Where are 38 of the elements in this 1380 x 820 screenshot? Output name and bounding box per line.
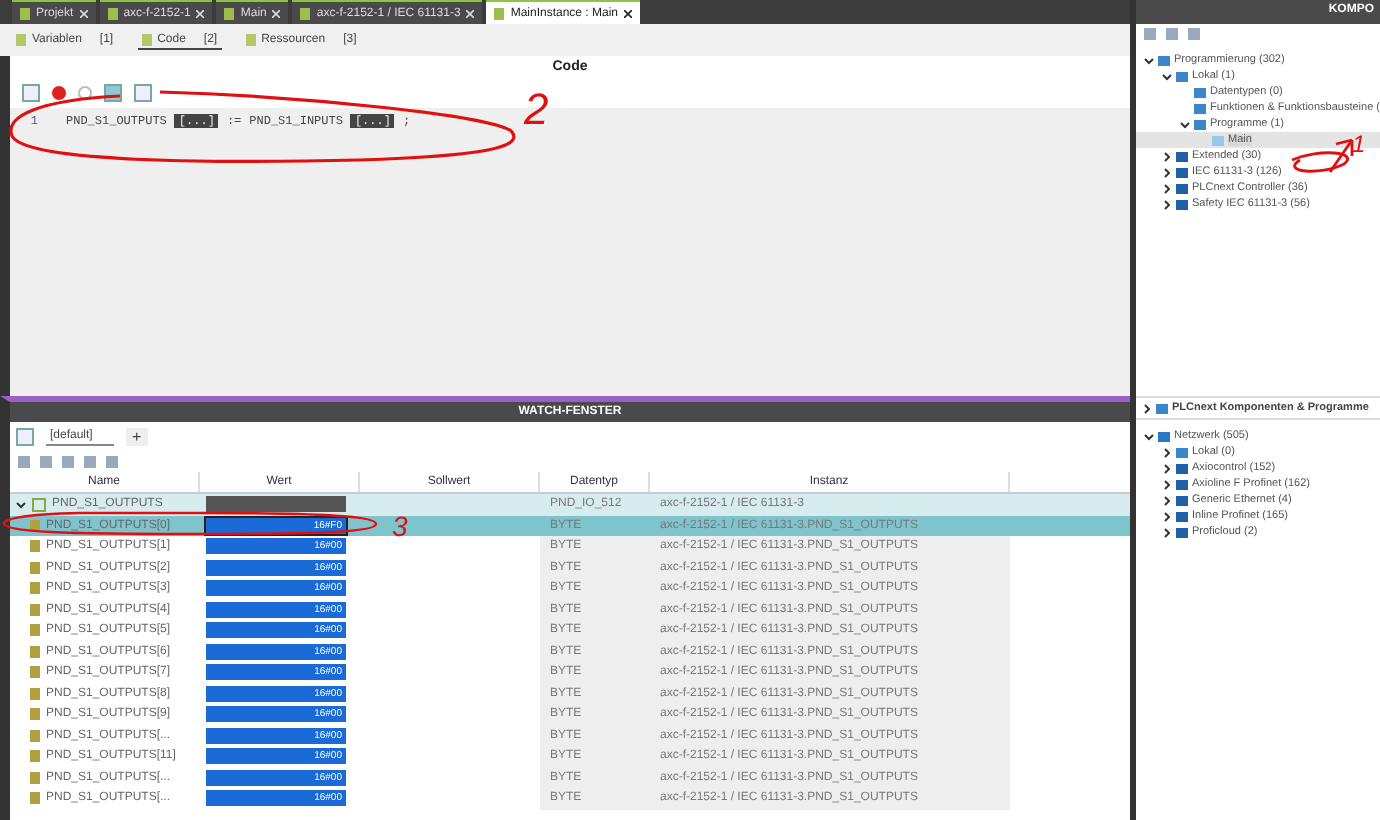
- annotation-number: 1: [1352, 132, 1366, 156]
- close-icon[interactable]: [624, 9, 633, 17]
- chevron-down-icon[interactable]: [16, 499, 26, 510]
- chevron-right-icon[interactable]: [1162, 527, 1172, 537]
- chevron-down-icon[interactable]: [1162, 71, 1172, 81]
- page-icon: [16, 33, 26, 45]
- chevron-right-icon[interactable]: [1162, 463, 1172, 473]
- chevron-right-icon[interactable]: [1162, 447, 1172, 457]
- annotation-number: 3: [392, 512, 408, 540]
- chevron-right-icon[interactable]: [1162, 167, 1172, 177]
- add-tab-button[interactable]: +: [126, 428, 148, 446]
- chevron-down-icon[interactable]: [1144, 55, 1154, 65]
- page-icon: [141, 33, 152, 45]
- document-icon: [107, 7, 118, 19]
- value-bar: [206, 496, 346, 513]
- folder-icon: [1156, 403, 1168, 413]
- document-icon: [300, 7, 311, 19]
- folder-icon: [1176, 447, 1188, 457]
- chevron-right-icon[interactable]: [1162, 183, 1172, 193]
- annotation-arrow: [1328, 138, 1354, 174]
- chevron-right-icon[interactable]: [1142, 403, 1152, 413]
- program-icon: [1212, 135, 1224, 145]
- struct-icon: [32, 497, 46, 512]
- circle-icon[interactable]: [78, 86, 92, 100]
- chevron-right-icon[interactable]: [1162, 479, 1172, 489]
- breakpoint-icon[interactable]: [52, 86, 66, 100]
- chevron-right-icon[interactable]: [1162, 199, 1172, 209]
- chevron-right-icon[interactable]: [1162, 511, 1172, 521]
- page-icon: [245, 33, 256, 45]
- document-icon: [224, 7, 235, 19]
- document-icon: [20, 7, 30, 19]
- document-icon: [494, 7, 505, 19]
- chevron-down-icon[interactable]: [1180, 119, 1190, 129]
- chevron-right-icon[interactable]: [1162, 151, 1172, 161]
- chevron-down-icon[interactable]: [1144, 431, 1154, 441]
- library-icon: [1158, 431, 1170, 441]
- annotation-number: 2: [524, 88, 549, 132]
- chevron-right-icon[interactable]: [1162, 495, 1172, 505]
